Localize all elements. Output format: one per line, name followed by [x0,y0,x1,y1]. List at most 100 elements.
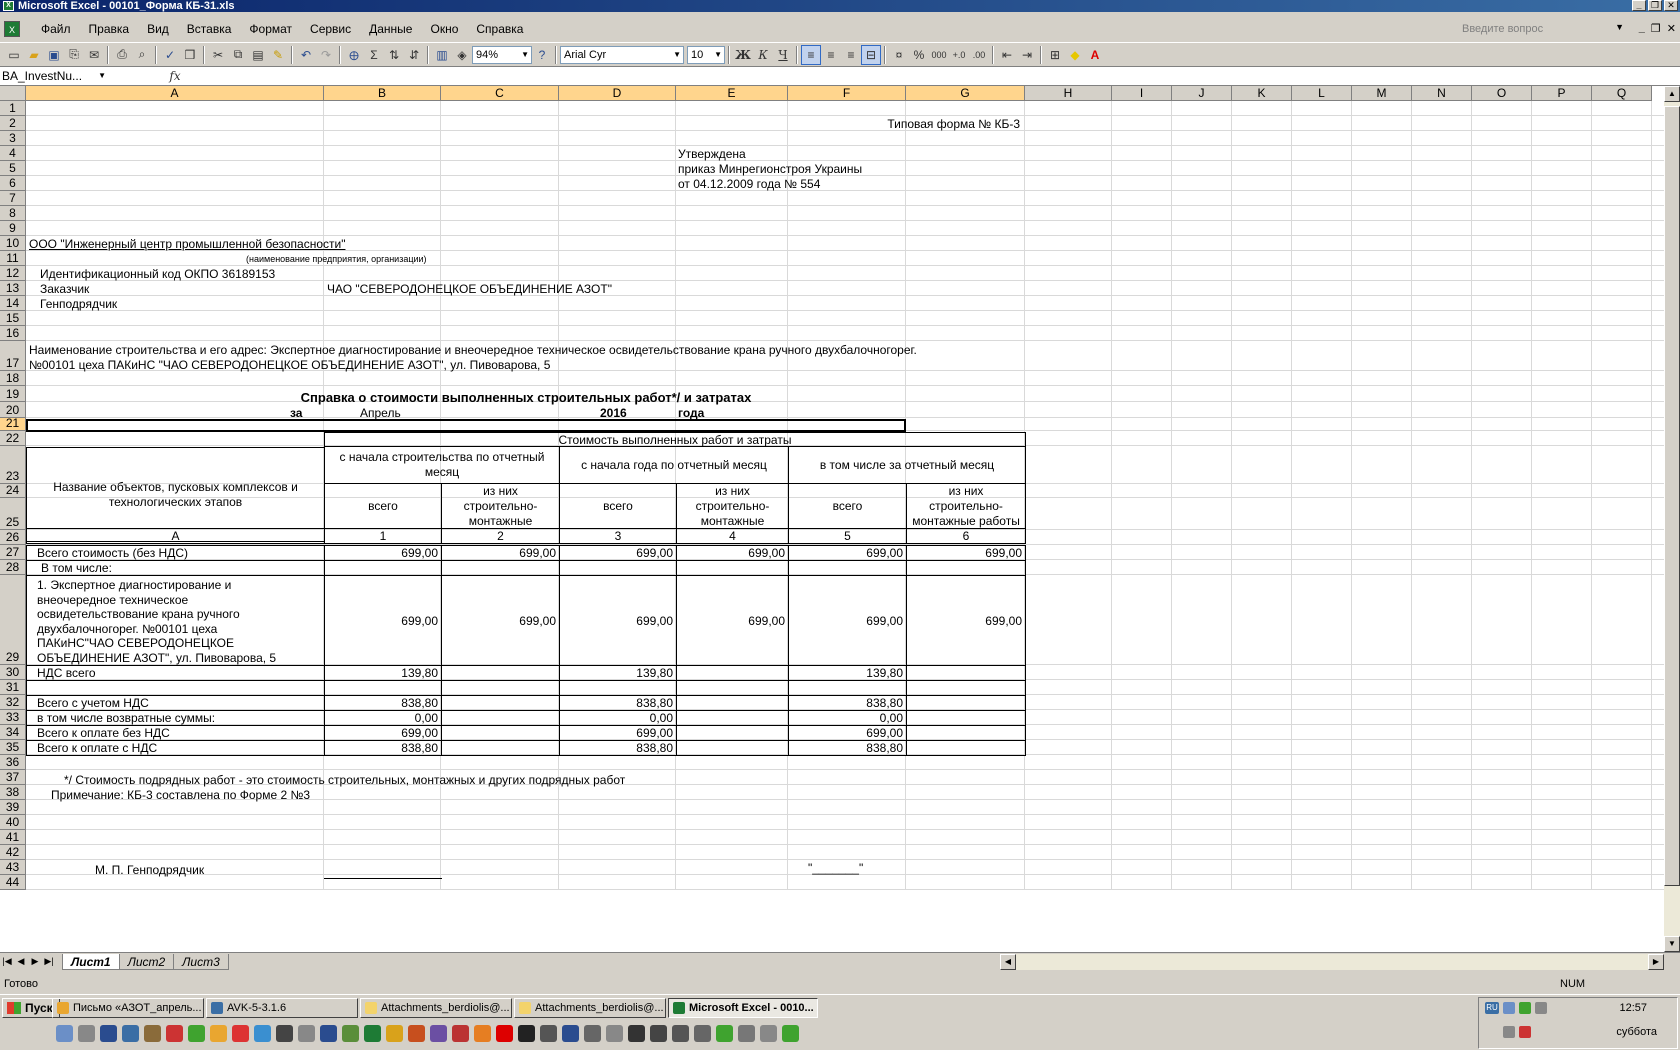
row-header-43[interactable]: 43 [0,860,26,875]
scroll-right-icon[interactable]: ▶ [1648,954,1664,970]
row-header-24[interactable]: 24 [0,483,26,498]
quick-launch-app-icon[interactable] [628,1024,645,1042]
borders-icon[interactable]: ⊞ [1045,45,1065,65]
menu-edit[interactable]: Правка [80,22,139,36]
currency-icon[interactable]: ¤ [889,45,909,65]
row-header-1[interactable]: 1 [0,101,26,116]
quick-launch-app-icon[interactable] [430,1024,447,1042]
row-label[interactable]: НДС всего [26,665,325,681]
row-header-32[interactable]: 32 [0,695,26,710]
value-cell[interactable]: 699,00 [788,725,907,741]
zoom-select[interactable]: 94% ▼ [472,45,532,64]
horizontal-scrollbar[interactable]: ◀ ▶ [1000,954,1664,970]
value-cell[interactable]: 0,00 [324,710,442,726]
fill-color-icon[interactable]: ◆ [1065,45,1085,65]
next-sheet-icon[interactable]: ▶ [28,956,42,967]
scroll-thumb[interactable] [1664,106,1680,886]
insert-function-icon[interactable]: fx [150,69,200,83]
value-cell[interactable] [676,695,789,711]
menu-window[interactable]: Окно [421,22,467,36]
menu-format[interactable]: Формат [240,22,301,36]
quick-launch-app-icon[interactable] [254,1024,271,1042]
close-icon[interactable]: ✕ [1664,0,1678,11]
row-header-14[interactable]: 14 [0,296,26,311]
quick-launch-app-icon[interactable] [606,1024,623,1042]
value-cell[interactable] [676,710,789,726]
row-header-37[interactable]: 37 [0,770,26,785]
row-label[interactable]: Всего с учетом НДС [26,695,325,711]
column-header-c[interactable]: C [441,86,559,101]
row-header-17[interactable]: 17 [0,341,26,371]
value-cell[interactable]: 699,00 [676,575,789,666]
excel-document-icon[interactable]: X [4,21,20,37]
taskbar-item[interactable]: Письмо «АЗОТ_апрель... [52,998,204,1018]
value-cell[interactable] [906,740,1026,756]
column-header-g[interactable]: G [906,86,1025,101]
italic-button[interactable]: К [753,45,773,65]
value-cell[interactable] [676,725,789,741]
row-header-42[interactable]: 42 [0,845,26,860]
research-icon[interactable]: ❒ [180,45,200,65]
value-cell[interactable]: 699,00 [559,575,677,666]
row-header-15[interactable]: 15 [0,311,26,326]
value-cell[interactable] [676,740,789,756]
increase-decimal-icon[interactable]: +.0 [949,45,969,65]
column-header-q[interactable]: Q [1592,86,1652,101]
print-preview-icon[interactable]: ⌕ [132,45,152,65]
value-cell[interactable]: 699,00 [788,575,907,666]
column-header-b[interactable]: B [324,86,441,101]
quick-launch-app-icon[interactable] [364,1024,381,1042]
worksheet-grid[interactable]: ABCDEFGHIJKLMNOPQ 1 2 3 4 5 6 7 8 9 10 11 12 13 14 15 1… [0,86,1664,952]
hyperlink-icon[interactable]: 🜨 [344,45,364,65]
quick-launch-app-icon[interactable] [386,1024,403,1042]
row-header-3[interactable]: 3 [0,131,26,146]
value-cell[interactable]: 139,80 [324,665,442,681]
quick-launch-app-icon[interactable] [518,1024,535,1042]
quick-launch-app-icon[interactable] [496,1024,513,1042]
help-question-input[interactable]: Введите вопрос [1462,20,1612,38]
row-header-4[interactable]: 4 [0,146,26,161]
value-cell[interactable]: 838,80 [324,740,442,756]
quick-launch-app-icon[interactable] [452,1024,469,1042]
row-header-13[interactable]: 13 [0,281,26,296]
value-cell[interactable]: 139,80 [559,665,677,681]
column-header-j[interactable]: J [1172,86,1232,101]
chevron-down-icon[interactable]: ▼ [1615,22,1624,32]
menu-file[interactable]: Файл [32,22,80,36]
row-header-41[interactable]: 41 [0,830,26,845]
first-sheet-icon[interactable]: |◀ [0,956,14,967]
row-header-44[interactable]: 44 [0,875,26,890]
row-header-25[interactable]: 25 [0,498,26,530]
redo-icon[interactable]: ↷ [316,45,336,65]
antivirus-icon[interactable] [1519,1026,1531,1038]
chevron-down-icon[interactable]: ▼ [98,67,106,85]
row-header-11[interactable]: 11 [0,251,26,266]
spelling-icon[interactable]: ✓ [160,45,180,65]
help-icon[interactable]: ? [532,45,552,65]
value-cell[interactable]: 0,00 [559,710,677,726]
new-document-icon[interactable]: ▭ [4,45,24,65]
tab-sheet1[interactable]: Лист1 [62,953,120,970]
quick-launch-app-icon[interactable] [78,1024,95,1042]
column-header-k[interactable]: K [1232,86,1292,101]
row-header-28[interactable]: 28 [0,560,26,575]
row-header-30[interactable]: 30 [0,665,26,680]
quick-launch-app-icon[interactable] [144,1024,161,1042]
quick-launch-app-icon[interactable] [540,1024,557,1042]
underline-button[interactable]: Ч [773,45,793,65]
merge-center-icon[interactable]: ⊟ [861,44,881,65]
paste-icon[interactable]: ▤ [248,45,268,65]
row-header-9[interactable]: 9 [0,221,26,236]
value-cell[interactable]: 699,00 [788,545,907,561]
column-header-a[interactable]: A [26,86,324,101]
value-cell[interactable]: 699,00 [559,545,677,561]
tab-sheet2[interactable]: Лист2 [118,953,175,970]
value-cell[interactable] [324,680,442,696]
value-cell[interactable] [676,560,789,576]
column-header-h[interactable]: H [1025,86,1112,101]
value-cell[interactable]: 699,00 [441,575,560,666]
quick-launch-app-icon[interactable] [408,1024,425,1042]
column-header-m[interactable]: M [1352,86,1412,101]
row-header-36[interactable]: 36 [0,755,26,770]
email-icon[interactable]: ✉ [84,45,104,65]
